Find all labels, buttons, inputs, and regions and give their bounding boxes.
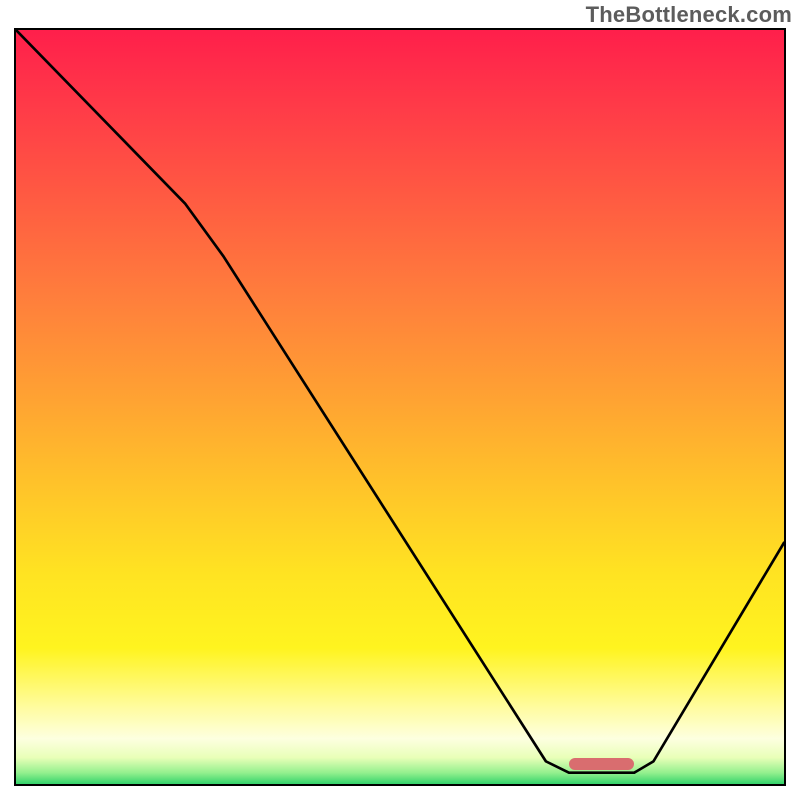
- chart-frame: TheBottleneck.com: [0, 0, 800, 800]
- plot-area: [14, 28, 786, 786]
- optimal-range-marker: [569, 758, 634, 770]
- watermark-text: TheBottleneck.com: [586, 2, 792, 28]
- bottleneck-curve: [16, 30, 784, 784]
